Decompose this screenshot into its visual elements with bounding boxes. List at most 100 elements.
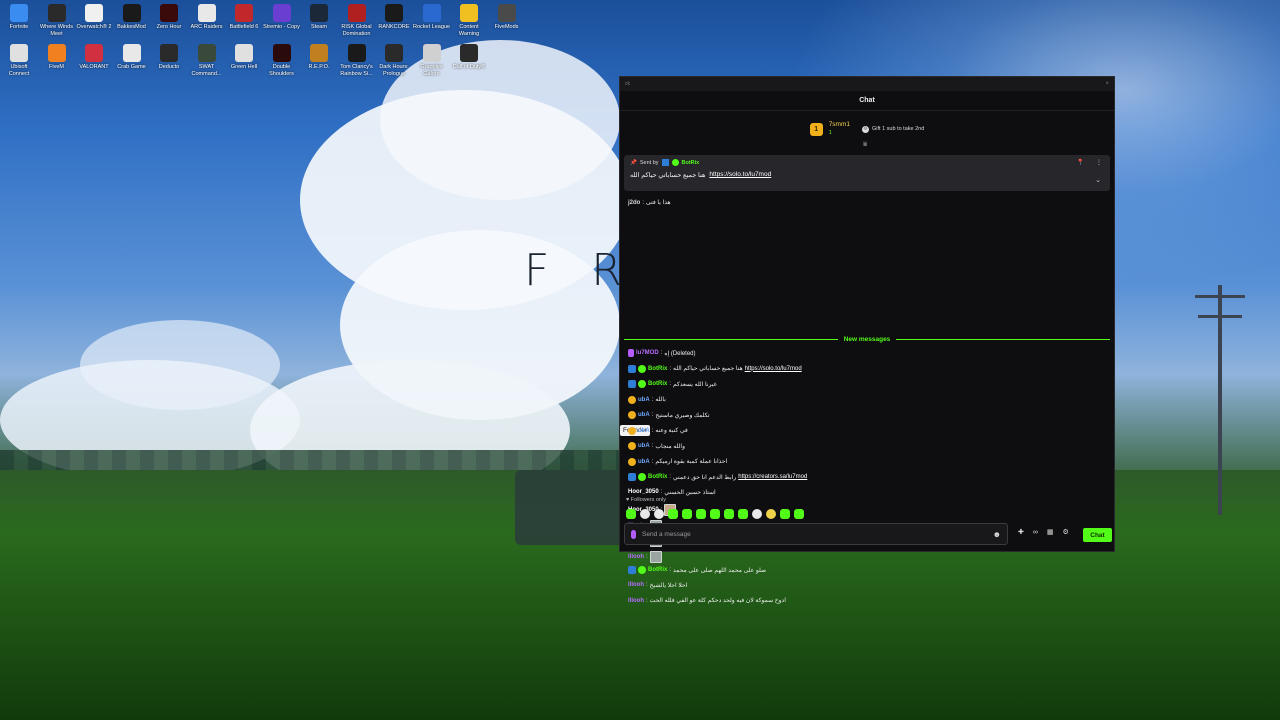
pinned-message[interactable]: 📌 Sent by BotRix هنا جميع حساباتي حياكم …: [624, 155, 1110, 191]
desktop-icon[interactable]: Grapples Galore: [413, 44, 451, 77]
chat-message[interactable]: ubA: احذانا عملة كمبة بقوة ارميكم: [628, 457, 727, 466]
chat-message[interactable]: BotRix: غيرنا الله يسعدكم: [628, 380, 717, 388]
chat-message[interactable]: lu7MOD: إه (Deleted): [628, 349, 696, 357]
chat-message[interactable]: ubA: تكلمك وصيري ماستيح: [628, 411, 710, 419]
close-icon[interactable]: ×: [1105, 81, 1109, 87]
desktop-icon[interactable]: FiveMods: [488, 4, 526, 31]
desktop-icon[interactable]: Rocket League: [413, 4, 451, 31]
settings-gear-icon[interactable]: ⚙: [1063, 528, 1069, 536]
emote-icon[interactable]: [626, 509, 636, 519]
gift-sub-prompt[interactable]: ⟐ Gift 1 sub to take 2nd: [862, 125, 924, 133]
emote-icon[interactable]: [696, 509, 706, 519]
infinity-icon[interactable]: ∞: [1033, 529, 1038, 536]
desktop-icon[interactable]: Overwatch® 2: [75, 4, 113, 31]
chevron-down-icon[interactable]: ⌄: [1095, 176, 1101, 184]
chat-username[interactable]: BotRix: [648, 381, 667, 387]
emote-icon[interactable]: [794, 509, 804, 519]
chat-message[interactable]: BotRix: صلو على محمد اللهم صلى على محمد: [628, 566, 766, 574]
emote-icon[interactable]: [640, 509, 650, 519]
window-titlebar[interactable]: ck ×: [620, 77, 1114, 91]
desktop-icon[interactable]: Steam: [300, 4, 338, 31]
pinned-link[interactable]: https://solo.to/lu7mod: [709, 171, 771, 179]
desktop-icon[interactable]: Green Hell: [225, 44, 263, 71]
chat-message[interactable]: lllooh:: [628, 550, 662, 563]
desktop-icon[interactable]: VALORANT: [75, 44, 113, 71]
desktop-icon[interactable]: BakkesMod: [113, 4, 151, 31]
desktop-icon[interactable]: Crab Game: [113, 44, 151, 71]
emote-icon[interactable]: [766, 509, 776, 519]
emoji-picker-icon[interactable]: ☻: [993, 530, 1001, 539]
chat-username[interactable]: lllooh: [628, 598, 644, 604]
app-icon: [85, 4, 103, 22]
message-input[interactable]: [642, 530, 987, 538]
chat-username[interactable]: lllooh: [628, 554, 644, 560]
kick-badge-icon: [628, 364, 636, 373]
chat-username[interactable]: lu7MOD: [636, 350, 659, 356]
desktop-icon[interactable]: Where Winds Meet: [38, 4, 76, 37]
emote-icon[interactable]: [738, 509, 748, 519]
desktop-icon[interactable]: RISK Global Domination: [338, 4, 376, 37]
chat-message[interactable]: BotRix: رابط الدعم انا حق دعمني https://cr…: [628, 473, 807, 481]
emote-icon[interactable]: [682, 509, 692, 519]
emote-icon[interactable]: [710, 509, 720, 519]
more-options-icon[interactable]: ⋮: [1096, 159, 1102, 166]
chat-emote[interactable]: [649, 550, 662, 563]
chat-username[interactable]: ubA: [638, 459, 650, 465]
emote-icon[interactable]: [668, 509, 678, 519]
desktop-icon[interactable]: Ubisoft Connect: [0, 44, 38, 77]
chat-window[interactable]: ck × Chat 1 7smm1 1 ⟐ Gift 1 sub to take…: [619, 76, 1115, 604]
kick-badge-icon: [628, 566, 636, 574]
desktop-icon[interactable]: R.E.P.O.: [300, 44, 338, 71]
chat-message[interactable]: lllooh: ادوخ سموكة لان فيه ولحد دحكم كلة …: [628, 597, 786, 605]
chat-identity-icon[interactable]: [631, 529, 636, 539]
desktop-icon[interactable]: Content Warning: [450, 4, 488, 37]
desktop-icon[interactable]: Double Shoulders: [263, 44, 301, 77]
chat-message[interactable]: ubA: بالله: [628, 395, 666, 404]
emote-icon[interactable]: [752, 509, 762, 519]
window-title: ck: [625, 81, 630, 87]
chat-username[interactable]: ubA: [638, 443, 650, 449]
desktop-icon[interactable]: Tom Clancy's Rainbow Si...: [338, 44, 376, 77]
chat-message[interactable]: BotRix: هنا جميع حساباتي حياكم الله https:…: [628, 364, 802, 373]
chat-username[interactable]: lllooh: [628, 582, 644, 588]
chat-username[interactable]: ubA: [638, 412, 650, 418]
chat-username[interactable]: j2do: [628, 200, 640, 206]
chat-username[interactable]: BotRix: [648, 567, 667, 573]
desktop-icon[interactable]: Battlefield 6: [225, 4, 263, 31]
desktop-icon[interactable]: Call of Duty®: [450, 44, 488, 71]
desktop-icon[interactable]: RANKCORE: [375, 4, 413, 31]
desktop-icon[interactable]: Fortnite: [0, 4, 38, 31]
chat-username[interactable]: BotRix: [648, 474, 667, 480]
chat-message[interactable]: ubA: في كنبة وعنه: [628, 426, 688, 435]
desktop-icon[interactable]: ARC Raiders: [188, 4, 226, 31]
emote-icon[interactable]: [654, 509, 664, 519]
desktop-icon[interactable]: Zero Hour: [150, 4, 188, 31]
desktop-icon[interactable]: Deducto: [150, 44, 188, 71]
quick-emote-bar[interactable]: [626, 509, 804, 519]
chat-message[interactable]: Hoor_3050: استاذ حسين الحسني: [628, 489, 716, 496]
message-input-bar[interactable]: ☻: [624, 523, 1008, 545]
unpin-icon[interactable]: 📍: [1077, 159, 1084, 166]
desktop-icon-label: BakkesMod: [117, 24, 146, 30]
emote-icon[interactable]: [724, 509, 734, 519]
expand-leaderboard-icon[interactable]: ⩸: [863, 141, 867, 149]
chat-username[interactable]: ubA: [638, 428, 650, 434]
gift-leaderboard[interactable]: 1 7smm1 1 ⟐ Gift 1 sub to take 2nd ⩸: [620, 111, 1114, 149]
emote-icon[interactable]: [780, 509, 790, 519]
desktop-icon[interactable]: SWAT Command...: [188, 44, 226, 77]
desktop-icon[interactable]: Stremio - Copy: [263, 4, 301, 31]
desktop-icon[interactable]: FiveM: [38, 44, 76, 71]
message-list[interactable]: New messages Founder j2do:هذا يا فتىlu7M…: [620, 195, 1114, 604]
chat-link[interactable]: https://creators.sa/lu7mod: [738, 474, 807, 480]
gift-sub-icon[interactable]: ✚: [1018, 528, 1024, 536]
chat-username[interactable]: Hoor_3050: [628, 489, 659, 495]
chat-username[interactable]: ubA: [638, 397, 650, 403]
chat-message[interactable]: j2do: هذا يا فتى: [628, 199, 671, 207]
desktop-icon[interactable]: Dark Hours: Prologue: [375, 44, 413, 77]
chat-message[interactable]: ubA: والله منجاب: [628, 442, 685, 450]
chat-username[interactable]: BotRix: [648, 366, 667, 372]
store-icon[interactable]: ▦: [1047, 528, 1054, 536]
chat-message[interactable]: lllooh: احلا احلا يالشيخ: [628, 582, 687, 589]
chat-link[interactable]: https://solo.to/lu7mod: [745, 366, 802, 372]
send-chat-button[interactable]: Chat: [1083, 528, 1112, 542]
